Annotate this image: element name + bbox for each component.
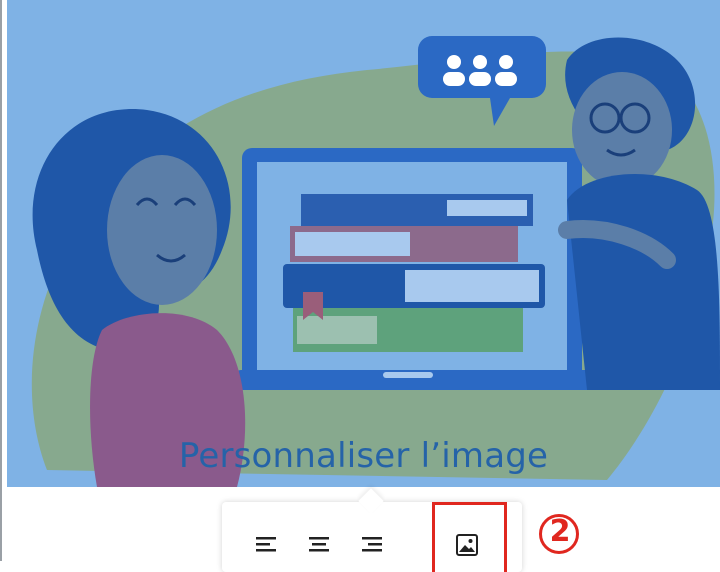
step-number: 2 (549, 514, 571, 549)
align-center-button[interactable] (304, 530, 334, 560)
align-left-icon (256, 537, 276, 552)
highlight-box (432, 502, 507, 572)
align-center-icon (309, 537, 329, 552)
frame-border (0, 0, 2, 561)
image-caption: Personnaliser l’image (178, 436, 549, 476)
align-right-icon (362, 537, 382, 552)
align-right-button[interactable] (356, 530, 386, 560)
illustration-art (31, 36, 720, 487)
toolbar-pointer (358, 488, 384, 514)
align-left-button[interactable] (252, 530, 282, 560)
illustration-panel: Personnaliser l’image (7, 0, 720, 487)
